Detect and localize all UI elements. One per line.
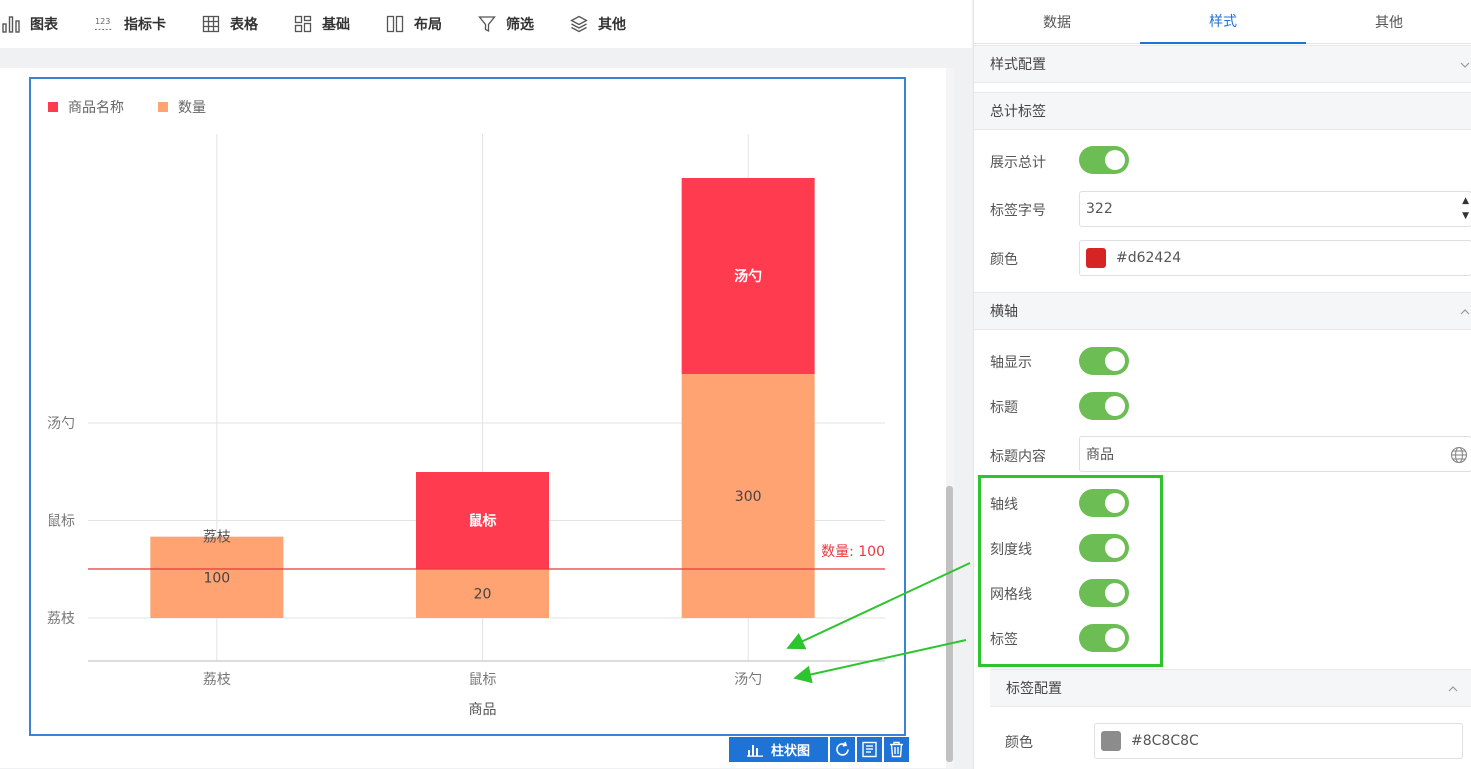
toolbar-other[interactable]: 其他 [570, 0, 626, 48]
toolbar-layout[interactable]: 布局 [386, 0, 442, 48]
font-size-label: 标签字号 [990, 203, 1046, 219]
globe-icon[interactable] [1450, 446, 1468, 464]
axis-show-label: 轴显示 [990, 355, 1032, 371]
title-toggle[interactable] [1079, 392, 1129, 420]
label-color-picker[interactable]: #8C8C8C [1094, 723, 1463, 759]
show-total-toggle[interactable] [1079, 146, 1129, 174]
x-tick-label: 荔枝 [203, 672, 231, 688]
x-axis-title: 商品 [469, 702, 497, 718]
bar-name-label: 荔枝 [203, 530, 231, 546]
x-tick-label: 汤勺 [734, 672, 762, 688]
total-color-value: #d62424 [1116, 250, 1182, 266]
toolbar-other-label: 其他 [598, 17, 626, 33]
toolbar-layout-label: 布局 [414, 17, 442, 33]
table-icon [202, 15, 220, 33]
refresh-icon [836, 741, 849, 756]
title-label: 标题 [990, 400, 1018, 416]
section-x-axis[interactable]: 横轴 [974, 292, 1471, 330]
number-icon: 123 [94, 15, 114, 33]
toolbar-table[interactable]: 表格 [202, 0, 258, 48]
svg-text:123: 123 [95, 16, 110, 26]
toolbar-table-label: 表格 [230, 17, 258, 33]
section-style-config[interactable]: 样式配置 [974, 45, 1471, 83]
legend-label: 商品名称 [68, 100, 124, 116]
color-swatch [1101, 731, 1121, 751]
x-tick-label: 鼠标 [469, 672, 497, 688]
section-title: 横轴 [990, 304, 1018, 320]
reference-line-label: 数量: 100 [821, 544, 885, 560]
label-color-label: 颜色 [1005, 735, 1033, 751]
y-tick-label: 鼠标 [47, 514, 75, 530]
bar-chart-icon [746, 744, 763, 757]
toolbar-basic[interactable]: 基础 [294, 0, 350, 48]
bar-name-label: 鼠标 [469, 513, 497, 530]
label-color-value: #8C8C8C [1131, 733, 1199, 749]
section-title: 总计标签 [990, 104, 1046, 120]
font-size-value: 322 [1086, 201, 1113, 217]
chart-type-label: 柱状图 [770, 744, 810, 759]
toolbar-metric-card-label: 指标卡 [124, 17, 166, 33]
delete-button[interactable] [884, 737, 909, 762]
title-content-value: 商品 [1086, 447, 1114, 463]
component-toolbar: 图表 123 指标卡 表格 基础 布局 筛选 其他 [0, 0, 972, 48]
bar-quantity-label: 300 [735, 489, 762, 505]
toolbar-metric-card[interactable]: 123 指标卡 [94, 0, 166, 48]
panel-tabs: 数据 样式 其他 [974, 0, 1471, 44]
tab-style[interactable]: 样式 [1140, 0, 1306, 44]
section-label-config[interactable]: 标签配置 [990, 669, 1471, 707]
layers-icon [570, 15, 588, 33]
tab-data[interactable]: 数据 [974, 0, 1140, 44]
bar-chart-icon [2, 15, 20, 33]
chart-type-button[interactable]: 柱状图 [729, 737, 828, 762]
canvas-scrollbar-thumb[interactable] [946, 486, 953, 762]
axis-show-toggle[interactable] [1079, 347, 1129, 375]
stepper-arrows-icon[interactable]: ▲ ▼ [1462, 194, 1469, 224]
section-total-label[interactable]: 总计标签 [974, 92, 1471, 130]
app-root: 图表 123 指标卡 表格 基础 布局 筛选 其他 荔枝 鼠标 汤勺 100 荔… [0, 0, 1471, 769]
chart-action-bar: 柱状图 [729, 737, 909, 762]
annotation-highlight-box [978, 475, 1163, 667]
toolbar-filter[interactable]: 筛选 [478, 0, 534, 48]
edit-data-button[interactable] [857, 737, 882, 762]
show-total-label: 展示总计 [990, 155, 1046, 171]
legend-item-product-name[interactable]: 商品名称 [48, 97, 124, 117]
legend-swatch [158, 102, 168, 112]
y-tick-label: 汤勺 [47, 416, 75, 432]
legend-item-quantity[interactable]: 数量 [158, 97, 206, 117]
tab-other[interactable]: 其他 [1306, 0, 1471, 44]
legend-label: 数量 [178, 100, 206, 116]
chevron-down-icon [1460, 59, 1470, 69]
trash-icon [890, 741, 903, 758]
bar-name-label: 汤勺 [734, 268, 762, 285]
stacked-bar-chart: 荔枝鼠标汤勺100荔枝荔枝20鼠标鼠标300汤勺汤勺数量: 100商品 [47, 134, 885, 718]
color-swatch [1086, 248, 1106, 268]
toolbar-filter-label: 筛选 [506, 17, 534, 33]
section-title: 标签配置 [1006, 681, 1062, 697]
y-tick-label: 荔枝 [47, 611, 75, 627]
layout-icon [386, 15, 404, 33]
document-icon [862, 741, 877, 758]
grid-icon [294, 15, 312, 33]
toolbar-basic-label: 基础 [322, 17, 350, 33]
refresh-button[interactable] [830, 737, 855, 762]
toolbar-chart[interactable]: 图表 [2, 0, 58, 48]
bar-quantity-label: 20 [474, 587, 492, 603]
title-content-label: 标题内容 [990, 449, 1046, 465]
chevron-up-icon [1460, 306, 1470, 316]
title-content-input[interactable]: 商品 [1079, 436, 1471, 472]
font-size-input[interactable]: 322 ▲ ▼ [1079, 191, 1471, 227]
legend-swatch [48, 102, 58, 112]
filter-icon [478, 15, 496, 33]
section-title: 样式配置 [990, 57, 1046, 73]
color-label: 颜色 [990, 252, 1018, 268]
toolbar-chart-label: 图表 [30, 17, 58, 33]
bar-quantity-label: 100 [203, 570, 230, 586]
chevron-up-icon [1448, 683, 1458, 693]
total-color-picker[interactable]: #d62424 [1079, 240, 1471, 276]
